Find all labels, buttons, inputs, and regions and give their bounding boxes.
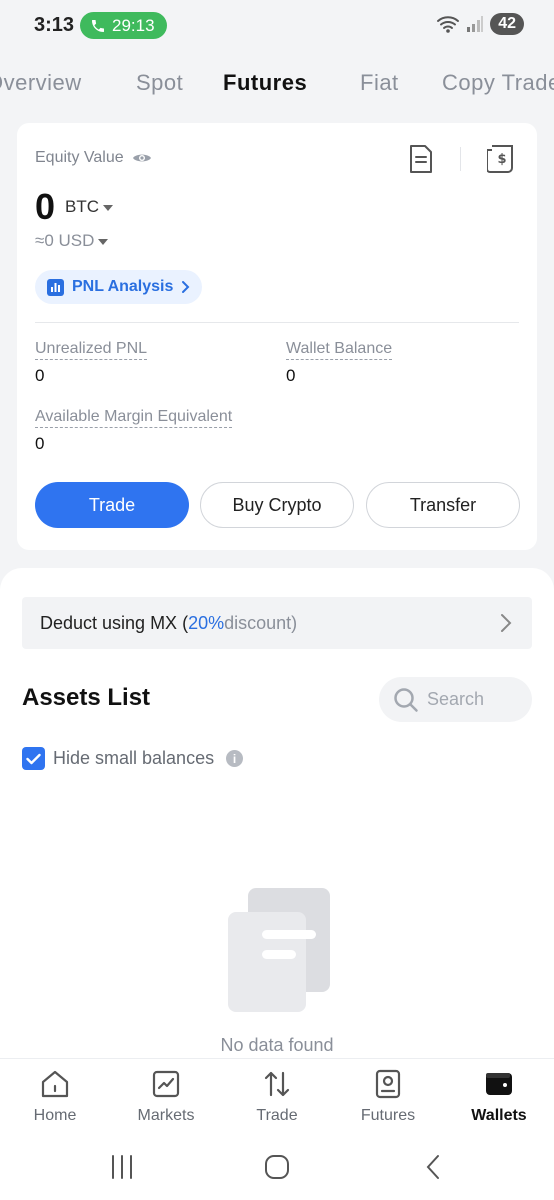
search-placeholder: Search (427, 689, 485, 709)
search-input[interactable]: Search (379, 677, 532, 722)
nav-label: Trade (256, 1107, 298, 1124)
document-icon[interactable] (408, 144, 434, 174)
assets-list-title: Assets List (22, 684, 151, 711)
empty-state-text: No data found (220, 1035, 334, 1055)
tab-fiat[interactable]: Fiat (360, 70, 399, 96)
nav-trade[interactable]: Trade (227, 1069, 327, 1125)
equity-value: 0 (35, 186, 56, 227)
assets-panel: Deduct using MX (20% discount) Assets Li… (0, 568, 554, 1068)
system-nav-bar (0, 1138, 554, 1200)
metric-value: 0 (35, 434, 45, 453)
checkmark-icon (26, 753, 41, 764)
metric-label[interactable]: Available Margin Equivalent (35, 408, 233, 428)
status-icons: 42 (436, 13, 524, 35)
futures-icon (375, 1069, 401, 1099)
battery-indicator: 42 (490, 13, 524, 35)
metric-value: 0 (286, 366, 296, 385)
status-bar: 3:13 29:13 42 (0, 0, 554, 52)
call-timer: 29:13 (112, 15, 155, 35)
tab-futures[interactable]: Futures (223, 70, 307, 96)
nav-label: Home (33, 1107, 77, 1124)
pnl-analysis-label: PNL Analysis (72, 278, 174, 295)
hide-small-balances-row: Hide small balances i (22, 747, 244, 770)
metric-label[interactable]: Wallet Balance (286, 340, 393, 360)
hide-small-balances-label: Hide small balances (53, 748, 215, 768)
metric-unrealized-pnl: Unrealized PNL 0 (35, 340, 148, 386)
empty-state-icon (228, 888, 330, 1012)
tab-copy-trade[interactable]: Copy Trade (442, 70, 554, 96)
caret-down-icon (103, 204, 114, 211)
equity-card: Equity Value $ 0 BTC ≈0 USD PNL Analysis… (17, 123, 537, 550)
caret-down-icon (98, 238, 109, 245)
metric-value: 0 (35, 366, 45, 385)
recent-apps-icon[interactable] (110, 1154, 134, 1180)
deduct-prefix: Deduct using MX ( (40, 612, 189, 633)
back-icon[interactable] (424, 1154, 442, 1180)
equity-unit-selector[interactable]: BTC (65, 197, 114, 217)
equity-actions: $ (408, 143, 517, 175)
tab-spot[interactable]: Spot (136, 70, 183, 96)
nav-markets[interactable]: Markets (116, 1069, 216, 1125)
swap-arrows-icon (264, 1071, 290, 1097)
nav-wallets[interactable]: Wallets (449, 1069, 549, 1125)
deduct-discount: 20% (188, 612, 225, 633)
search-icon (394, 687, 418, 712)
nav-home[interactable]: Home (5, 1069, 105, 1125)
home-circle-icon[interactable] (264, 1154, 290, 1180)
transfer-button[interactable]: Transfer (366, 482, 520, 528)
signal-icon (467, 16, 484, 32)
hide-small-balances-checkbox[interactable] (22, 747, 45, 770)
eye-icon[interactable] (132, 151, 152, 165)
status-time: 3:13 (34, 14, 75, 36)
deduct-mx-row[interactable]: Deduct using MX (20% discount) (22, 597, 532, 649)
wallet-icon (486, 1073, 512, 1095)
pnl-analysis-button[interactable]: PNL Analysis (35, 270, 203, 304)
equity-label: Equity Value (35, 149, 124, 166)
bill-icon[interactable]: $ (487, 143, 517, 175)
phone-icon (92, 19, 104, 32)
trade-button[interactable]: Trade (35, 482, 189, 528)
equity-label-row: Equity Value (35, 149, 152, 167)
wallet-tabs: Overview Spot Futures Fiat Copy Trade (0, 60, 554, 106)
metric-available-margin: Available Margin Equivalent 0 (35, 408, 233, 454)
bar-chart-icon (47, 278, 64, 296)
metric-label[interactable]: Unrealized PNL (35, 340, 148, 360)
icon-divider (460, 147, 461, 171)
card-divider (35, 322, 519, 323)
nav-label: Markets (137, 1107, 195, 1124)
nav-label: Wallets (471, 1107, 527, 1124)
chevron-right-icon (182, 281, 190, 293)
chevron-right-icon (501, 614, 512, 632)
equity-unit: BTC (65, 197, 100, 216)
deduct-suffix: discount) (224, 612, 298, 633)
equity-value-row: 0 BTC (35, 186, 114, 228)
info-icon[interactable]: i (226, 750, 244, 767)
nav-futures[interactable]: Futures (338, 1069, 438, 1125)
equity-usd-value: ≈0 USD (35, 231, 95, 250)
bottom-nav: Home Markets Trade Futures Wallets (0, 1058, 554, 1138)
call-indicator[interactable]: 29:13 (80, 12, 167, 39)
buy-crypto-button[interactable]: Buy Crypto (200, 482, 354, 528)
equity-usd-selector[interactable]: ≈0 USD (35, 231, 109, 251)
metric-wallet-balance: Wallet Balance 0 (286, 340, 393, 386)
svg-text:$: $ (497, 152, 506, 167)
nav-label: Futures (360, 1107, 416, 1124)
tab-overview[interactable]: Overview (0, 70, 82, 96)
home-icon (41, 1070, 69, 1098)
chart-icon (152, 1070, 180, 1098)
wifi-icon (437, 16, 460, 33)
